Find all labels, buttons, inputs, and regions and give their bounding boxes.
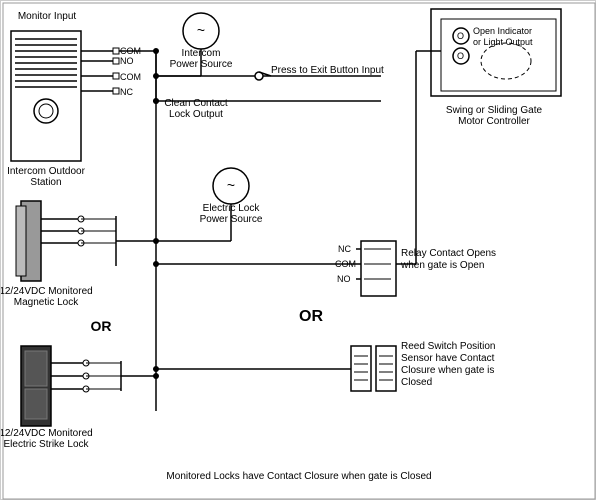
wiring-diagram: Monitor Input COM NO COM NC Intercom Out… (0, 0, 596, 500)
intercom-outdoor-station-label: Intercom Outdoor (7, 166, 85, 177)
mag-lock-label: 12/24VDC Monitored (1, 286, 93, 297)
swing-gate-label2: Motor Controller (458, 116, 530, 127)
relay-contact-label2: when gate is Open (400, 260, 484, 271)
electric-strike-label2: Electric Strike Lock (3, 439, 89, 450)
com2-label: COM (120, 72, 141, 82)
svg-text:~: ~ (227, 177, 235, 193)
monitor-input-label: Monitor Input (18, 11, 77, 22)
svg-text:O: O (457, 51, 464, 61)
or-label-lower: OR (91, 318, 112, 334)
no-label: NO (120, 56, 134, 66)
or-label-upper: OR (299, 308, 323, 325)
clean-contact-label: Clean Contact (164, 98, 228, 109)
electric-strike-label: 12/24VDC Monitored (1, 428, 93, 439)
mag-lock-label2: Magnetic Lock (14, 297, 79, 308)
svg-text:~: ~ (197, 22, 205, 38)
reed-switch-label2: Sensor have Contact (401, 353, 495, 364)
nc-relay-label: NC (338, 244, 351, 254)
nc-label: NC (120, 87, 133, 97)
no-relay-label: NO (337, 274, 351, 284)
clean-contact-label2: Lock Output (169, 109, 223, 120)
press-to-exit-label: Press to Exit Button Input (271, 65, 384, 76)
svg-text:Open Indicator: Open Indicator (473, 26, 532, 36)
svg-text:O: O (457, 31, 464, 41)
swing-gate-label: Swing or Sliding Gate (446, 105, 543, 116)
svg-text:or Light Output: or Light Output (473, 37, 533, 47)
reed-switch-label3: Closure when gate is (401, 365, 494, 376)
footer-label: Monitored Locks have Contact Closure whe… (166, 471, 431, 482)
reed-switch-label4: Closed (401, 377, 432, 388)
intercom-outdoor-station-label2: Station (30, 177, 61, 188)
reed-switch-label: Reed Switch Position (401, 341, 496, 352)
